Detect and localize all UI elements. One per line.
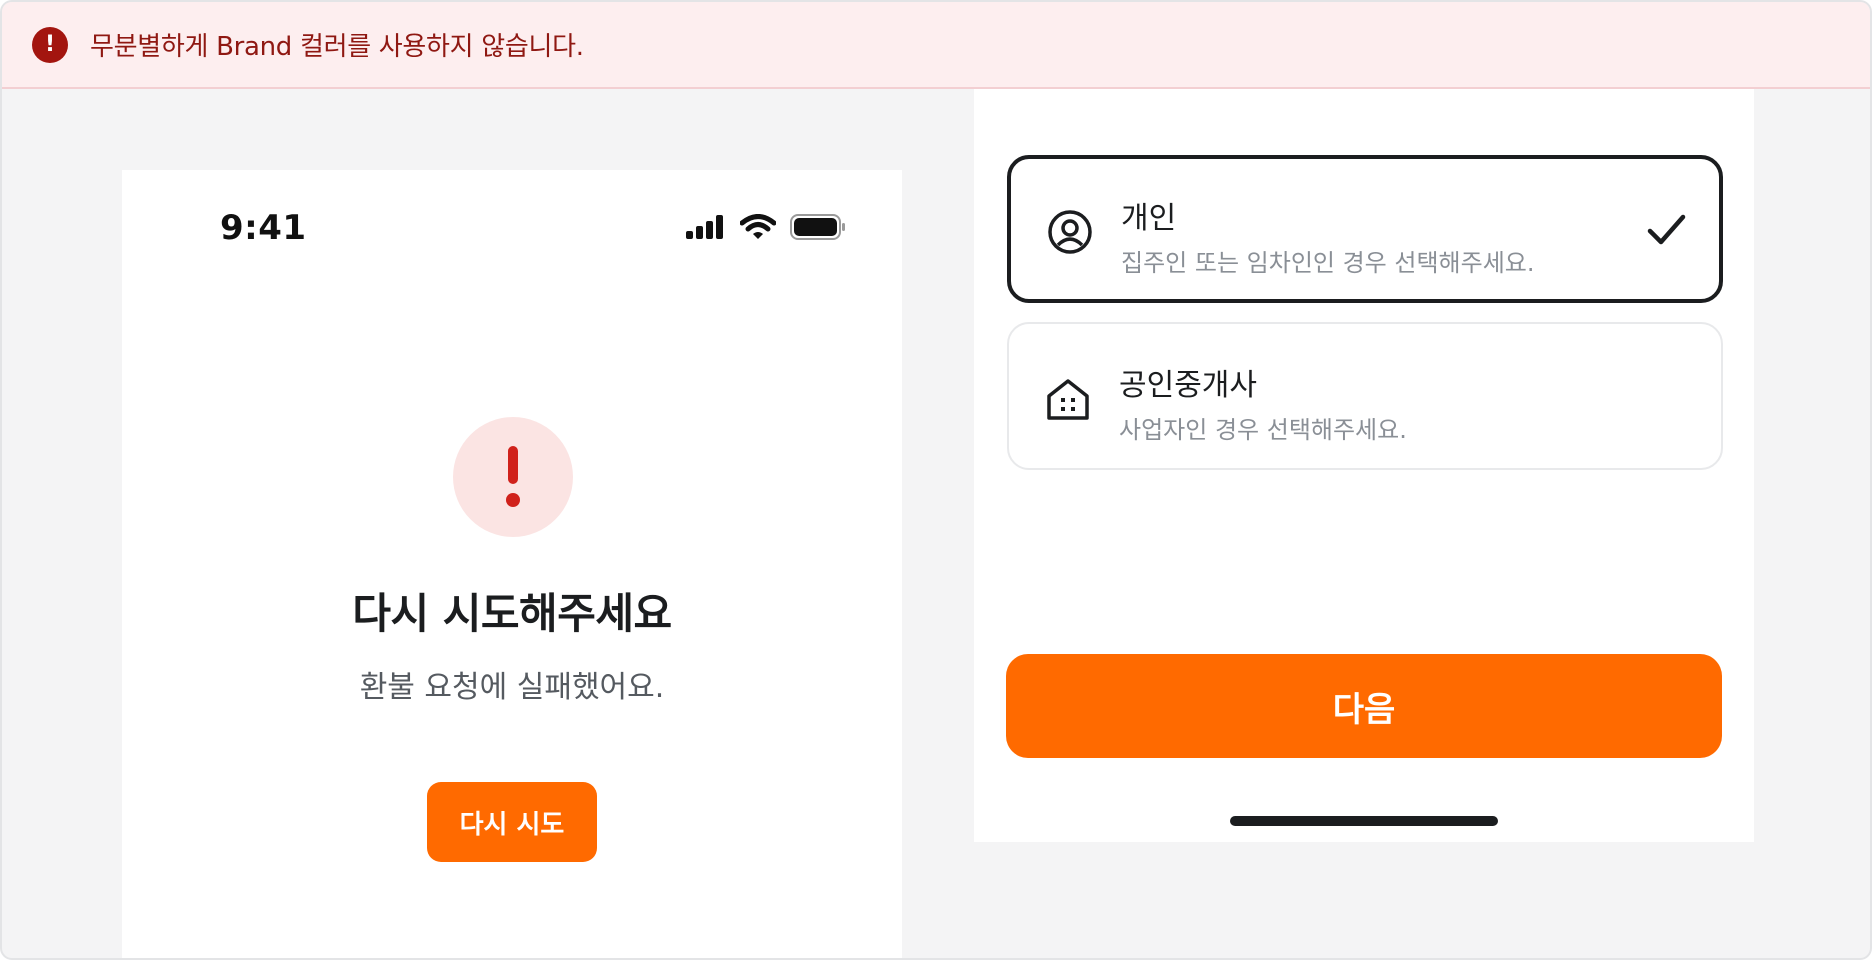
retry-button[interactable]: 다시 시도 (427, 782, 597, 862)
check-icon (1647, 214, 1686, 245)
option-description: 집주인 또는 임차인인 경우 선택해주세요. (1121, 249, 1535, 277)
canvas: ! 무분별하게 Brand 컬러를 사용하지 않습니다. 9:41 다시 시도해… (0, 0, 1872, 960)
error-screen: 9:41 다시 시도해주세요 환불 요청에 실패했어요. 다시 시도 (122, 170, 902, 958)
status-bar: 9:41 (122, 170, 902, 290)
status-time: 9:41 (220, 208, 307, 248)
warning-banner: ! 무분별하게 Brand 컬러를 사용하지 않습니다. (2, 2, 1870, 89)
cellular-signal-icon (686, 215, 723, 239)
battery-icon (790, 214, 845, 240)
wifi-icon (740, 214, 776, 239)
building-icon (1047, 379, 1089, 420)
error-indicator (453, 417, 573, 537)
exclamation-icon: ! (32, 26, 68, 63)
exclamation-icon (506, 446, 520, 507)
option-individual[interactable]: 개인 집주인 또는 임차인인 경우 선택해주세요. (1007, 155, 1723, 303)
error-description: 환불 요청에 실패했어요. (359, 670, 665, 705)
next-button[interactable]: 다음 (1006, 654, 1722, 758)
banner-message: 무분별하게 Brand 컬러를 사용하지 않습니다. (90, 32, 584, 62)
option-description: 사업자인 경우 선택해주세요. (1119, 416, 1407, 444)
home-indicator (1230, 816, 1498, 826)
option-title: 공인중개사 (1119, 368, 1257, 403)
option-broker[interactable]: 공인중개사 사업자인 경우 선택해주세요. (1007, 322, 1723, 470)
user-circle-icon (1048, 210, 1092, 254)
user-type-screen: 개인 집주인 또는 임차인인 경우 선택해주세요. 공인중개사 사업자인 경우 … (974, 89, 1754, 842)
option-title: 개인 (1121, 201, 1177, 236)
error-title: 다시 시도해주세요 (352, 589, 672, 638)
status-icons (686, 214, 846, 240)
